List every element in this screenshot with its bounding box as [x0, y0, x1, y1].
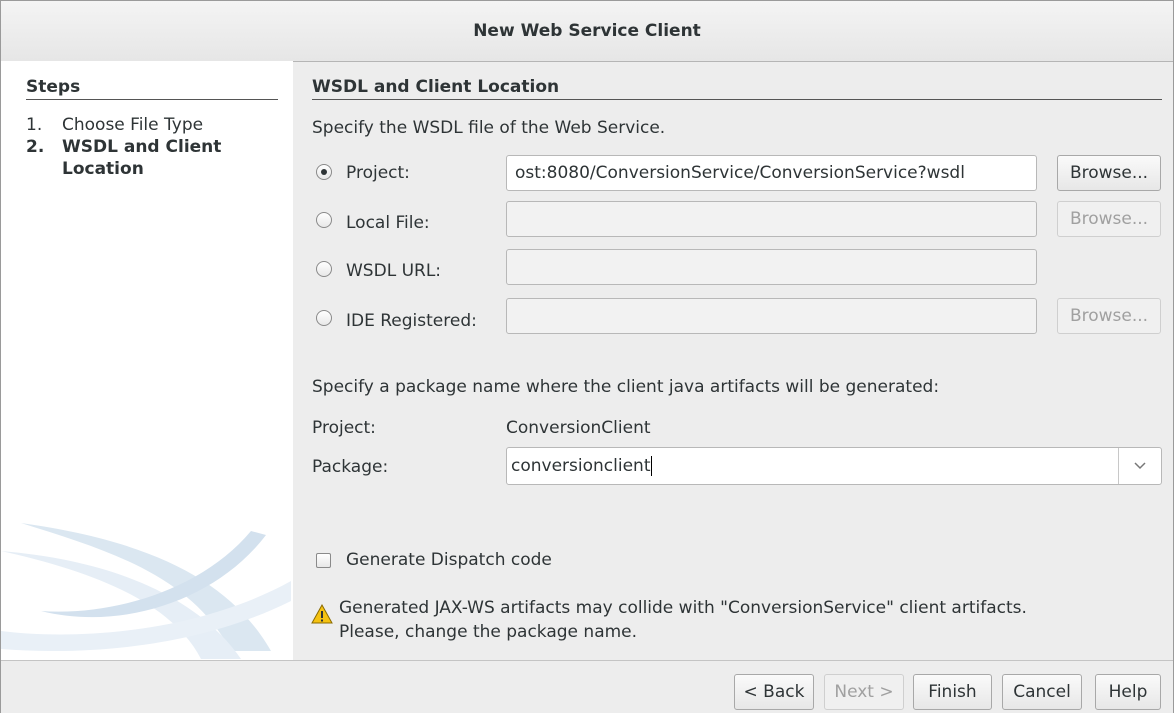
ide-registered-browse-button[interactable]: Browse...: [1057, 298, 1161, 334]
warning-message-line1: Generated JAX-WS artifacts may collide w…: [339, 598, 1027, 618]
ide-registered-field[interactable]: [506, 298, 1037, 334]
finish-button[interactable]: Finish: [913, 674, 992, 710]
step-label: Choose File Type: [62, 115, 204, 135]
back-button[interactable]: < Back: [734, 674, 814, 710]
window-titlebar: New Web Service Client: [0, 0, 1174, 62]
project-radio[interactable]: [316, 164, 332, 180]
package-input[interactable]: conversionclient: [511, 456, 650, 476]
warning-message-line2: Please, change the package name.: [339, 622, 638, 642]
project-browse-button[interactable]: Browse...: [1057, 155, 1161, 191]
wsdl-url-radio[interactable]: [316, 261, 332, 277]
steps-list: 1. Choose File Type 2. WSDL and Client L…: [26, 114, 286, 180]
steps-panel: Steps 1. Choose File Type 2. WSDL and Cl…: [1, 61, 293, 661]
text-cursor: [651, 456, 653, 476]
local-file-field[interactable]: [506, 201, 1037, 237]
step-number: 2.: [26, 137, 45, 157]
steps-heading: Steps: [26, 77, 278, 100]
step-number: 1.: [26, 115, 43, 135]
project-radio-label: Project:: [346, 163, 410, 183]
local-file-browse-button[interactable]: Browse...: [1057, 201, 1161, 237]
generate-dispatch-label: Generate Dispatch code: [346, 550, 552, 570]
project-name-value: ConversionClient: [506, 418, 651, 438]
dialog-footer: [1, 661, 1173, 713]
package-combobox[interactable]: conversionclient: [506, 447, 1162, 485]
generate-dispatch-checkbox[interactable]: [316, 553, 331, 568]
section-heading: WSDL and Client Location: [312, 77, 1162, 100]
local-file-radio[interactable]: [316, 212, 332, 228]
package-label: Package:: [312, 457, 389, 477]
local-file-radio-label: Local File:: [346, 213, 430, 233]
step-item-1: 1. Choose File Type: [26, 114, 286, 136]
next-button[interactable]: Next >: [824, 674, 904, 710]
wsdl-url-field[interactable]: [506, 249, 1037, 285]
decorative-swoosh-image: [1, 523, 291, 659]
project-wsdl-field[interactable]: ost:8080/ConversionService/ConversionSer…: [506, 155, 1037, 191]
warning-triangle-icon: [311, 604, 333, 624]
window-title: New Web Service Client: [473, 21, 701, 41]
cancel-button[interactable]: Cancel: [1002, 674, 1082, 710]
wsdl-instruction: Specify the WSDL file of the Web Service…: [312, 118, 666, 138]
ide-registered-radio[interactable]: [316, 310, 332, 326]
help-button[interactable]: Help: [1095, 674, 1161, 710]
step-label: WSDL and Client Location: [62, 137, 222, 179]
project-name-label: Project:: [312, 418, 376, 438]
chevron-down-icon[interactable]: [1118, 448, 1161, 484]
ide-registered-radio-label: IDE Registered:: [346, 311, 477, 331]
step-item-2: 2. WSDL and Client Location: [26, 136, 286, 180]
wsdl-url-radio-label: WSDL URL:: [346, 261, 442, 281]
package-instruction: Specify a package name where the client …: [312, 377, 940, 397]
